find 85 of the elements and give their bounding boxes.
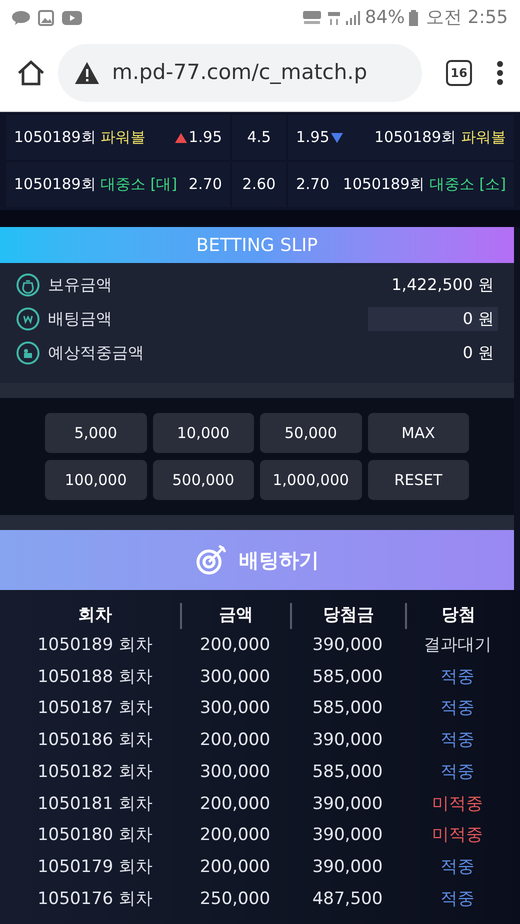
- result-cell-text: 미적중: [431, 792, 484, 816]
- odds-option[interactable]: 1.95 1050189회 파워볼: [288, 115, 514, 160]
- amount-button[interactable]: 100,000: [45, 460, 146, 500]
- odds-value: 1.95: [296, 127, 330, 148]
- amount-cell-text: 250,000: [198, 888, 272, 911]
- amount-cell-text: 200,000: [198, 856, 272, 879]
- result-cell-text: 결과대기: [422, 634, 492, 658]
- play-icon: [62, 10, 82, 24]
- amount-button[interactable]: 5,000: [45, 413, 146, 453]
- option-label: 1050189회 파워볼: [374, 127, 506, 148]
- amount-button[interactable]: 1,000,000: [260, 460, 362, 500]
- amount-cell-text: 200,000: [198, 824, 272, 848]
- round-cell-text: 1050189 회차: [36, 634, 154, 658]
- money-bag-icon: [16, 273, 40, 297]
- odds-option[interactable]: 2.70 1050189회 대중소 [소]: [288, 162, 514, 207]
- won-coin-icon: [16, 307, 40, 331]
- payout-cell-text: 585,000: [311, 760, 384, 784]
- option-label: 1050189회 대중소 [소]: [342, 174, 506, 196]
- slip-value: 0 원: [462, 342, 495, 364]
- round-cell-text: 1050179 회차: [36, 856, 154, 879]
- bet-amount-field[interactable]: 0 원: [368, 307, 498, 331]
- odds-value: 2.70: [296, 174, 330, 196]
- tab-count[interactable]: 16: [446, 60, 472, 86]
- slip-value: 1,422,500 원: [391, 274, 495, 296]
- slip-label: 예상적중금액: [48, 342, 145, 364]
- image-icon: [38, 10, 54, 26]
- clock: 오전 2:55: [426, 6, 508, 30]
- round-cell-text: 1050181 회차: [36, 792, 154, 816]
- amount-cell-text: 200,000: [198, 634, 272, 658]
- slip-header: BETTING SLIP: [0, 227, 514, 263]
- amount-cell-text: 300,000: [198, 666, 272, 689]
- slip-label: 보유금액: [48, 274, 113, 296]
- payout-cell-text: 487,500: [311, 888, 384, 911]
- column-header: 당첨금: [290, 603, 405, 629]
- more-menu-icon[interactable]: [496, 60, 504, 86]
- target-icon: [195, 544, 227, 576]
- result-cell-text: 적중: [440, 856, 476, 879]
- payout-cell-text: 585,000: [311, 697, 384, 720]
- payout-cell-text: 390,000: [311, 634, 384, 658]
- url-text: m.pd-77.com/c_match.p: [112, 59, 368, 86]
- option-label: 1050189회 대중소 [대]: [14, 174, 178, 196]
- amount-cell-text: 300,000: [198, 697, 272, 720]
- result-cell-text: 적중: [440, 888, 476, 911]
- payout-cell-text: 390,000: [311, 729, 384, 752]
- battery-icon: [408, 10, 418, 26]
- column-header: 금액: [180, 603, 290, 629]
- round-cell-text: 1050187 회차: [36, 697, 154, 720]
- amount-button[interactable]: 50,000: [260, 413, 362, 453]
- amount-button[interactable]: 10,000: [152, 413, 254, 453]
- payout-cell-text: 390,000: [311, 824, 384, 848]
- odds-value: 1.95: [188, 127, 222, 148]
- amount-cell-text: 300,000: [198, 760, 272, 784]
- odds-value: 2.70: [188, 174, 222, 196]
- address-bar[interactable]: m.pd-77.com/c_match.p: [58, 44, 422, 102]
- odds-option[interactable]: 1050189회 파워볼 1.95: [6, 115, 230, 160]
- round-cell-text: 1050180 회차: [36, 824, 154, 848]
- payout-cell-text: 390,000: [311, 792, 384, 816]
- result-cell-text: 적중: [440, 666, 476, 689]
- column-header: 당첨: [405, 603, 510, 629]
- warning-icon: [74, 61, 100, 85]
- round-cell-text: 1050188 회차: [36, 666, 154, 689]
- round-cell-text: 1050182 회차: [36, 760, 154, 784]
- payout-cell-text: 585,000: [311, 666, 384, 689]
- result-cell-text: 미적중: [431, 824, 484, 848]
- amount-cell-text: 200,000: [198, 729, 272, 752]
- slip-label: 배팅금액: [48, 308, 113, 330]
- amount-button[interactable]: RESET: [368, 460, 469, 500]
- option-label: 1050189회 파워볼: [14, 127, 146, 148]
- home-icon[interactable]: [16, 59, 46, 87]
- amount-button[interactable]: 500,000: [152, 460, 254, 500]
- round-cell-text: 1050186 회차: [36, 729, 154, 752]
- payout-cell-text: 390,000: [311, 856, 384, 879]
- line-value: 2.60: [232, 162, 286, 207]
- column-header: 회차: [77, 604, 113, 628]
- chat-icon: [12, 10, 30, 24]
- result-cell-text: 적중: [440, 760, 476, 784]
- amount-cell-text: 200,000: [198, 792, 272, 816]
- result-cell-text: 적중: [440, 729, 476, 752]
- result-cell-text: 적중: [440, 697, 476, 720]
- round-cell-text: 1050176 회차: [36, 888, 154, 911]
- amount-button[interactable]: MAX: [368, 413, 469, 453]
- line-value: 4.5: [232, 115, 286, 160]
- battery-percent: 84%: [364, 6, 405, 30]
- odds-option[interactable]: 1050189회 대중소 [대] 2.70: [6, 162, 230, 207]
- signal-icon: [344, 10, 361, 24]
